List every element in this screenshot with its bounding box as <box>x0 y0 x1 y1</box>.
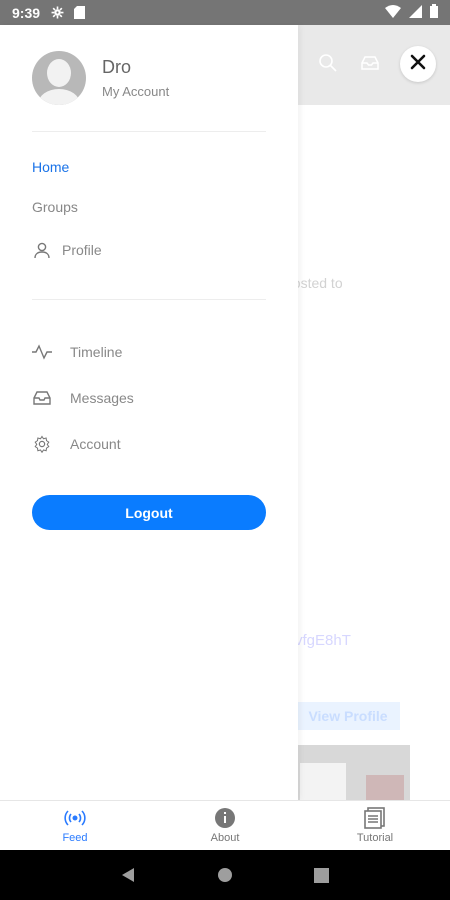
nav-item-groups[interactable]: Groups <box>32 199 78 215</box>
logout-button[interactable]: Logout <box>32 495 266 530</box>
nav-item-label: Profile <box>62 242 102 258</box>
search-icon <box>318 53 340 75</box>
home-icon[interactable] <box>216 866 234 884</box>
nav-item-label: Messages <box>70 390 134 406</box>
background-username-text: rvfgE8hT <box>290 632 351 649</box>
broadcast-icon <box>63 807 87 829</box>
signal-icon <box>409 4 422 21</box>
inbox-icon <box>32 388 52 408</box>
close-icon <box>410 54 426 75</box>
close-drawer-button[interactable] <box>400 46 436 82</box>
background-post-image <box>296 745 410 800</box>
settings-status-icon <box>50 6 64 20</box>
tab-label: Tutorial <box>356 832 394 844</box>
tab-about[interactable]: About <box>150 801 300 850</box>
tab-label: Feed <box>62 832 88 844</box>
nav-item-label: Timeline <box>70 344 123 360</box>
sd-card-icon <box>72 6 86 20</box>
nav-item-label: Groups <box>32 199 78 215</box>
avatar <box>32 51 86 105</box>
tab-feed[interactable]: Feed <box>0 801 150 850</box>
back-icon[interactable] <box>119 866 137 884</box>
nav-item-messages[interactable]: Messages <box>32 388 134 408</box>
user-subtitle: My Account <box>102 84 170 99</box>
user-name: Dro <box>102 57 132 77</box>
profile-header[interactable]: Dro My Account <box>32 51 169 105</box>
divider <box>32 299 266 300</box>
tab-tutorial[interactable]: Tutorial <box>300 801 450 850</box>
system-navigation-bar <box>0 850 450 900</box>
info-icon <box>213 807 237 829</box>
activity-icon <box>32 342 52 362</box>
battery-icon <box>430 4 438 21</box>
nav-item-label: Home <box>32 159 70 175</box>
nav-item-profile[interactable]: Profile <box>32 240 102 260</box>
nav-item-timeline[interactable]: Timeline <box>32 342 122 362</box>
wifi-icon <box>385 4 401 21</box>
status-time: 9:39 <box>12 4 41 21</box>
status-bar: 9:39 <box>0 0 450 25</box>
gear-icon <box>32 434 52 454</box>
navigation-drawer: Dro My Account Home Groups Profile Timel… <box>0 25 298 800</box>
nav-item-account[interactable]: Account <box>32 434 121 454</box>
divider <box>32 131 266 132</box>
nav-item-label: Account <box>70 436 121 452</box>
tab-label: About <box>210 832 240 844</box>
inbox-header-icon <box>360 53 382 75</box>
recents-icon[interactable] <box>313 866 331 884</box>
bottom-tab-bar: Feed About Tutorial <box>0 800 450 850</box>
document-icon <box>363 807 387 829</box>
view-profile-button: View Profile <box>296 702 400 730</box>
nav-item-home[interactable]: Home <box>32 159 69 175</box>
person-icon <box>32 240 52 260</box>
